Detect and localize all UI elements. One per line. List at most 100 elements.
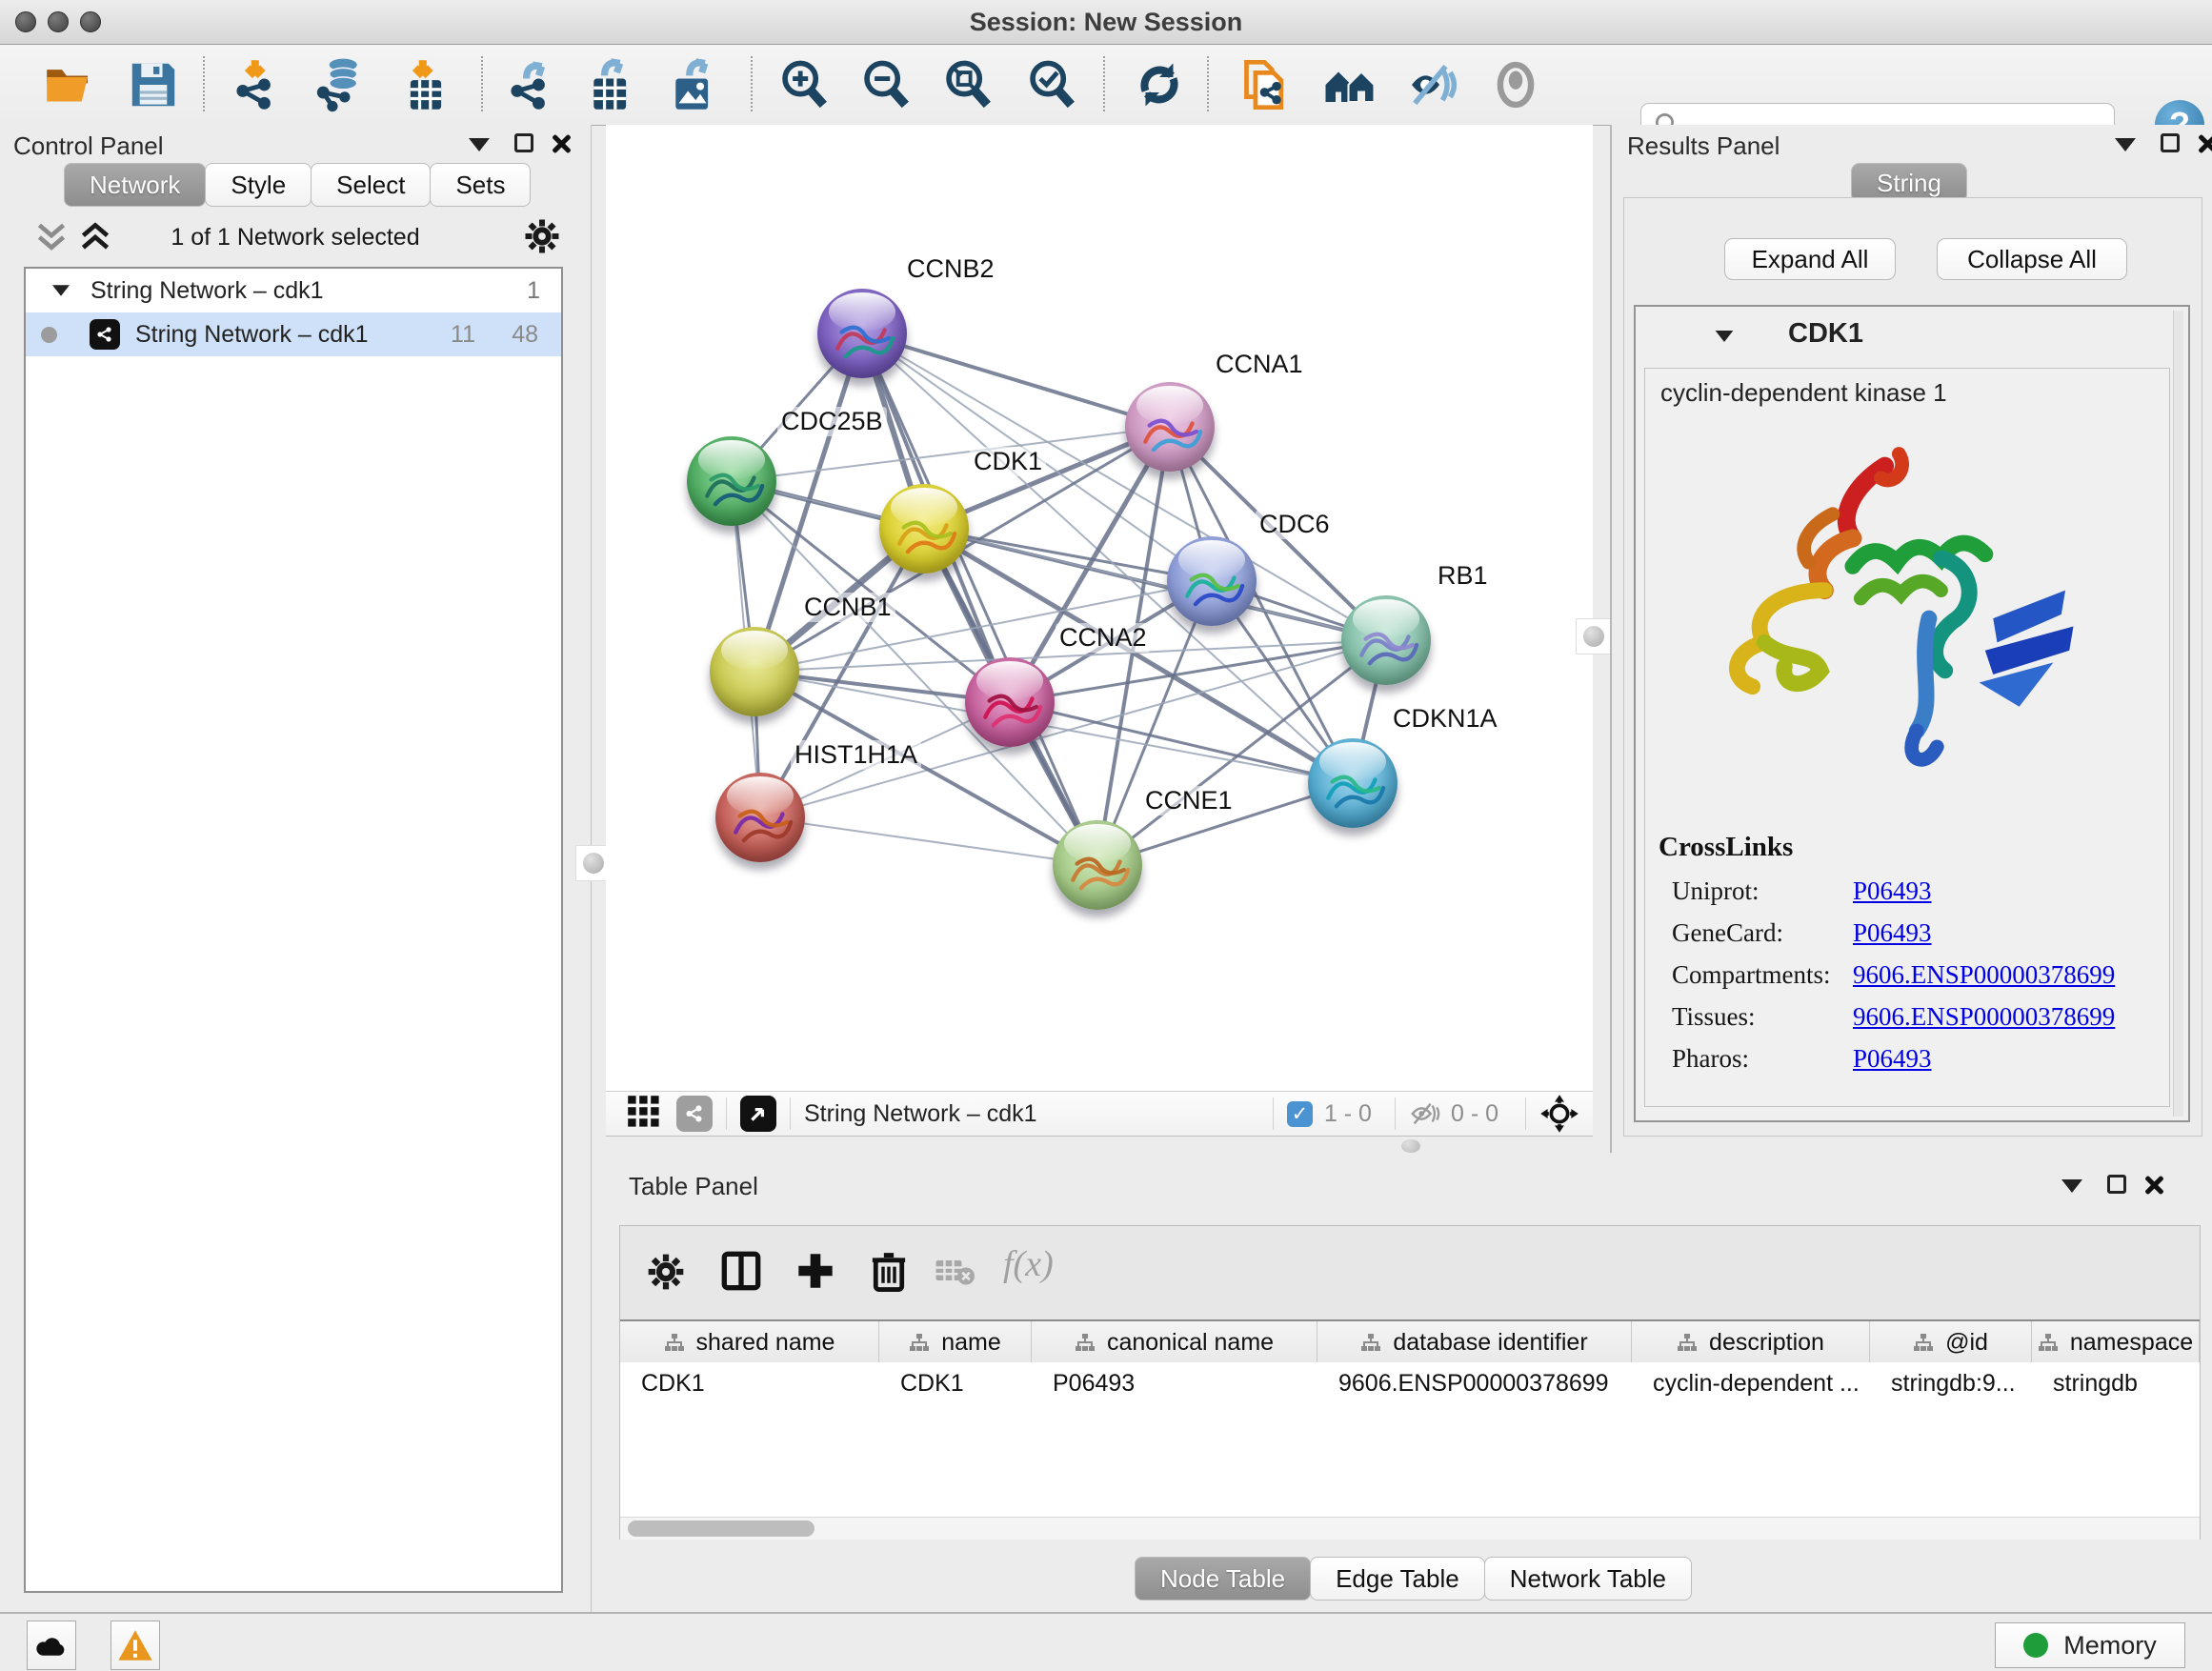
tab-network-table[interactable]: Network Table [1484, 1557, 1692, 1601]
zoom-fit-button[interactable] [935, 52, 1002, 117]
column-header-namespace[interactable]: namespace [2032, 1321, 2200, 1363]
import-network-from-database-button[interactable] [307, 52, 373, 117]
tab-style[interactable]: Style [205, 163, 312, 207]
network-collection-row[interactable]: String Network – cdk1 1 [26, 269, 561, 312]
zoom-selected-button[interactable] [1019, 52, 1086, 117]
table-panel-collapse-icon[interactable] [2061, 1179, 2082, 1193]
network-node-ccnb1[interactable] [710, 627, 799, 716]
tab-select[interactable]: Select [311, 163, 431, 207]
network-edge[interactable] [1010, 702, 1353, 783]
table-hscrollbar[interactable] [620, 1517, 2200, 1540]
network-edge[interactable] [862, 333, 1170, 427]
network-node-ccne1[interactable] [1053, 820, 1142, 910]
horizontal-splitter-handle[interactable] [1401, 1139, 1420, 1153]
protein-structure-thumbnail [829, 310, 895, 367]
show-hidden-button[interactable] [1482, 52, 1549, 117]
crosslink-link[interactable]: 9606.ENSP00000378699 [1853, 960, 2115, 990]
show-columns-icon[interactable] [719, 1249, 763, 1293]
results-panel-collapse-icon[interactable] [2115, 138, 2136, 151]
table-row[interactable]: CDK1CDK1P064939606.ENSP00000378699cyclin… [620, 1362, 2200, 1404]
table-panel-close-icon[interactable] [2143, 1175, 2164, 1196]
birdseye-view-icon[interactable] [740, 1096, 776, 1132]
zoom-in-button[interactable] [772, 52, 838, 117]
results-scrollbar[interactable] [2173, 311, 2183, 1117]
column-header-shared-name[interactable]: shared name [620, 1321, 879, 1363]
delete-column-icon[interactable] [866, 1247, 912, 1293]
network-view[interactable]: CCNB2CCNA1CDC25BCDK1CDC6RB1CCNB1CCNA2CDK… [606, 125, 1593, 1091]
fit-content-crosshair-icon[interactable] [1539, 1094, 1579, 1134]
gear-icon[interactable] [522, 216, 562, 256]
warnings-button[interactable] [111, 1621, 160, 1670]
right-splitter-handle[interactable] [1576, 618, 1612, 654]
network-node-ccnb2[interactable] [817, 289, 907, 378]
collapse-all-button[interactable]: Collapse All [1937, 238, 2127, 280]
memory-button[interactable]: Memory [1995, 1622, 2185, 1668]
zoom-out-button[interactable] [854, 52, 920, 117]
network-edge[interactable] [862, 333, 1097, 865]
table-panel-float-icon[interactable] [2107, 1175, 2126, 1194]
table-cell[interactable]: stringdb:9... [1870, 1362, 2032, 1404]
network-node-hist1h1a[interactable] [715, 773, 805, 862]
tab-edge-table[interactable]: Edge Table [1310, 1557, 1485, 1601]
control-panel-float-icon[interactable] [514, 133, 533, 152]
import-database-icon [312, 57, 368, 112]
table-cell[interactable]: 9606.ENSP00000378699 [1317, 1362, 1632, 1404]
results-panel-close-icon[interactable] [2197, 133, 2212, 154]
protein-structure-thumbnail [1178, 557, 1245, 614]
table-cell[interactable]: CDK1 [879, 1362, 1032, 1404]
network-node-ccna2[interactable] [965, 657, 1055, 747]
table-cell[interactable]: cyclin-dependent ... [1632, 1362, 1870, 1404]
open-session-button[interactable] [36, 52, 103, 117]
crosslink-link[interactable]: P06493 [1853, 918, 1932, 948]
network-row-selected[interactable]: String Network – cdk1 11 48 [26, 312, 561, 356]
network-node-cdc25b[interactable] [687, 436, 776, 526]
control-panel-close-icon[interactable] [551, 133, 572, 154]
new-network-from-selection-button[interactable] [1233, 52, 1299, 117]
expand-all-button[interactable]: Expand All [1724, 238, 1896, 280]
tab-sets[interactable]: Sets [430, 163, 531, 207]
network-node-cdk1[interactable] [879, 484, 969, 574]
column-header-canonical-name[interactable]: canonical name [1032, 1321, 1317, 1363]
network-edge[interactable] [760, 817, 1097, 865]
selected-checkbox[interactable]: ✓ [1287, 1101, 1313, 1127]
protein-structure-thumbnail [727, 794, 794, 851]
tab-network[interactable]: Network [64, 163, 206, 207]
control-panel-collapse-icon[interactable] [469, 138, 490, 151]
import-table-button[interactable] [392, 52, 459, 117]
add-column-icon[interactable] [794, 1249, 837, 1293]
table-cell[interactable]: stringdb [2032, 1362, 2200, 1404]
column-header-description[interactable]: description [1632, 1321, 1870, 1363]
cdk1-collapse-icon[interactable] [1716, 331, 1734, 342]
export-image-button[interactable] [659, 52, 726, 117]
hide-selected-button[interactable] [1398, 52, 1465, 117]
crosslink-link[interactable]: P06493 [1853, 876, 1932, 906]
column-label: @id [1945, 1329, 1988, 1357]
show-all-panels-button[interactable] [1317, 52, 1383, 117]
column-header-name[interactable]: name [879, 1321, 1032, 1363]
table-cell[interactable]: P06493 [1032, 1362, 1317, 1404]
network-node-rb1[interactable] [1341, 595, 1431, 685]
tree-expand-icon[interactable] [52, 285, 70, 295]
crosslink-link[interactable]: 9606.ENSP00000378699 [1853, 1002, 2115, 1032]
table-cell[interactable]: CDK1 [620, 1362, 879, 1404]
export-network-button[interactable] [499, 52, 566, 117]
column-header-database-identifier[interactable]: database identifier [1317, 1321, 1632, 1363]
grid-view-icon[interactable] [627, 1095, 661, 1134]
table-header-row[interactable]: shared namenamecanonical namedatabase id… [620, 1319, 2200, 1364]
table-gear-icon[interactable] [645, 1251, 687, 1293]
column-header--id[interactable]: @id [1870, 1321, 2032, 1363]
hscrollbar-thumb[interactable] [628, 1520, 814, 1537]
cloud-button[interactable] [27, 1621, 76, 1670]
save-session-button[interactable] [120, 52, 187, 117]
import-network-button[interactable] [225, 52, 292, 117]
crosslink-link[interactable]: P06493 [1853, 1044, 1932, 1074]
tab-node-table[interactable]: Node Table [1135, 1557, 1311, 1601]
results-panel-float-icon[interactable] [2161, 133, 2180, 152]
toolbar-separator [1103, 56, 1105, 111]
network-node-cdkn1a[interactable] [1308, 738, 1398, 828]
export-table-button[interactable] [577, 52, 644, 117]
apply-layout-button[interactable] [1126, 52, 1193, 117]
network-node-cdc6[interactable] [1167, 536, 1257, 626]
network-node-ccna1[interactable] [1125, 382, 1215, 472]
network-view-icon[interactable] [676, 1096, 713, 1132]
